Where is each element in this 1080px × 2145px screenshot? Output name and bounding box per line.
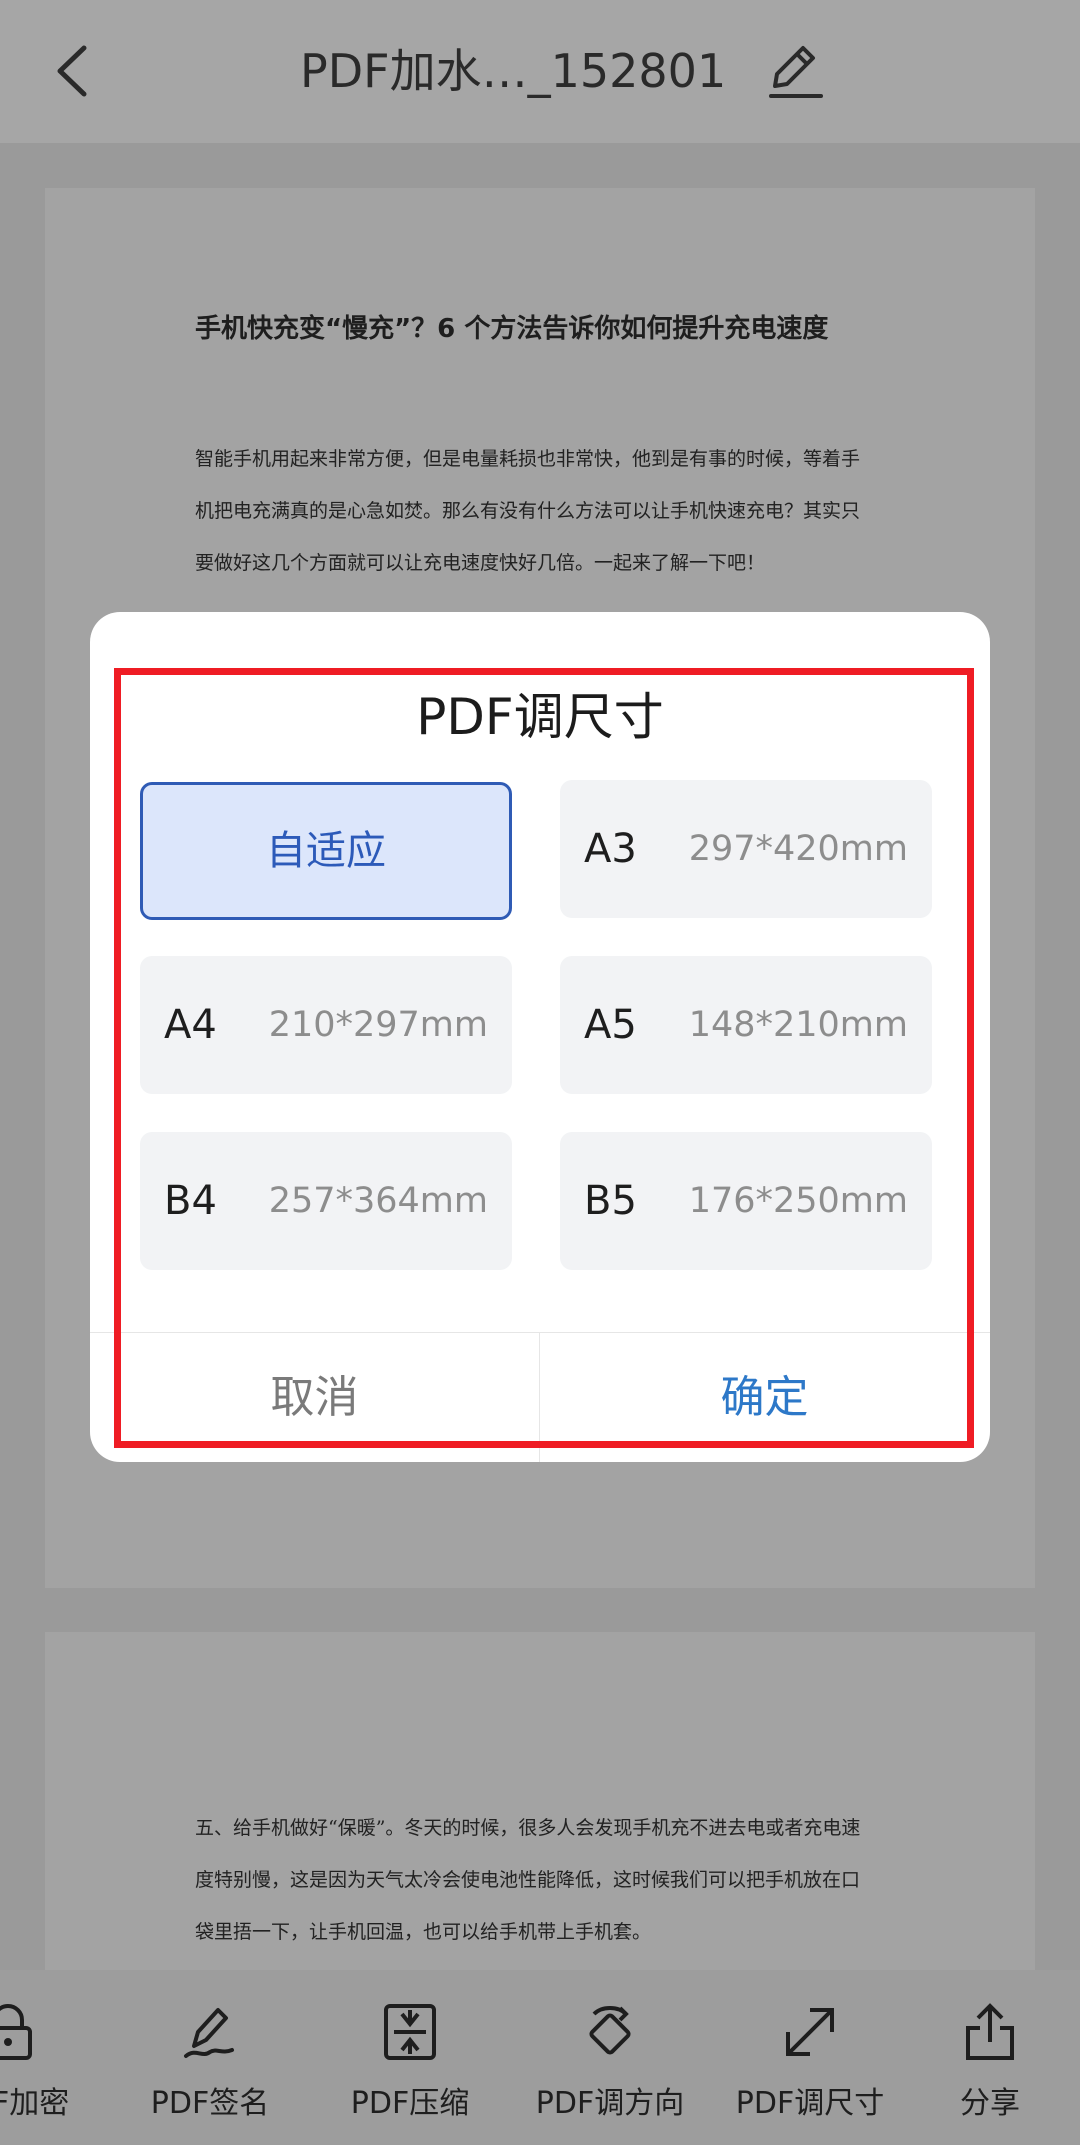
option-b5[interactable]: B5 176*250mm — [560, 1132, 932, 1270]
tool-label: PDF调尺寸 — [735, 2086, 885, 2121]
option-size: 210*297mm — [268, 1005, 488, 1045]
option-a5[interactable]: A5 148*210mm — [560, 956, 932, 1094]
tool-share[interactable]: 分享 — [900, 1970, 1080, 2145]
pencil-icon — [769, 46, 823, 98]
paragraph-line: 五、给手机做好“保暖”。冬天的时候，很多人会发现手机充不进去电或者充电速 — [195, 1817, 861, 1839]
tool-label: PDF加密 — [0, 2086, 70, 2121]
document-title: PDF加水…_152801 — [300, 44, 727, 98]
tool-label: PDF调方向 — [535, 2086, 685, 2121]
lock-icon — [0, 2004, 32, 2060]
tool-pdf-encrypt[interactable]: PDF加密 — [0, 1970, 100, 2145]
option-size: 257*364mm — [268, 1181, 488, 1221]
option-a3[interactable]: A3 297*420mm — [560, 780, 932, 918]
option-size: 297*420mm — [688, 829, 908, 869]
back-button[interactable] — [50, 38, 100, 104]
document-paragraph: 五、给手机做好“保暖”。冬天的时候，很多人会发现手机充不进去电或者充电速 度特别… — [195, 1802, 935, 1958]
option-size: 148*210mm — [688, 1005, 908, 1045]
tool-pdf-rotate[interactable]: PDF调方向 — [520, 1970, 700, 2145]
tool-label: PDF签名 — [150, 2086, 270, 2121]
top-bar: PDF加水…_152801 — [0, 0, 1080, 143]
rename-button[interactable] — [765, 40, 825, 102]
signature-pen-icon — [184, 2008, 234, 2058]
option-name: 自适应 — [266, 828, 386, 874]
share-icon — [966, 2003, 1014, 2060]
bottom-toolbar: PDF加密 PDF签名 PDF压缩 PDF调方向 — [0, 1970, 1080, 2145]
confirm-button[interactable]: 确定 — [540, 1333, 989, 1462]
compress-icon — [384, 2004, 436, 2060]
document-paragraph: 智能手机用起来非常方便，但是电量耗损也非常快，他到是有事的时候，等着手 机把电充… — [195, 433, 935, 589]
tool-pdf-compress[interactable]: PDF压缩 — [320, 1970, 500, 2145]
option-name: A5 — [584, 1002, 637, 1048]
option-auto-fit[interactable]: 自适应 — [140, 782, 512, 920]
tool-label: 分享 — [960, 2086, 1020, 2121]
chevron-left-icon — [57, 45, 87, 97]
paragraph-line: 要做好这几个方面就可以让充电速度快好几倍。一起来了解一下吧！ — [195, 552, 766, 574]
rotate-icon — [589, 2006, 631, 2055]
option-a4[interactable]: A4 210*297mm — [140, 956, 512, 1094]
option-size: 176*250mm — [688, 1181, 908, 1221]
paragraph-line: 智能手机用起来非常方便，但是电量耗损也非常快，他到是有事的时候，等着手 — [195, 448, 861, 470]
option-name: A4 — [164, 1002, 217, 1048]
document-heading: 手机快充变“慢充”？6 个方法告诉你如何提升充电速度 — [195, 314, 829, 344]
paragraph-line: 机把电充满真的是心急如焚。那么有没有什么方法可以让手机快速充电？其实只 — [195, 500, 861, 522]
option-name: B4 — [164, 1178, 217, 1224]
tool-pdf-resize[interactable]: PDF调尺寸 — [720, 1970, 900, 2145]
option-name: B5 — [584, 1178, 637, 1224]
paragraph-line: 袋里捂一下，让手机回温，也可以给手机带上手机套。 — [195, 1921, 652, 1943]
tool-pdf-sign[interactable]: PDF签名 — [120, 1970, 300, 2145]
option-b4[interactable]: B4 257*364mm — [140, 1132, 512, 1270]
resize-arrow-icon — [786, 2008, 834, 2056]
cancel-button[interactable]: 取消 — [90, 1333, 539, 1462]
dialog-title: PDF调尺寸 — [416, 688, 664, 746]
tool-label: PDF压缩 — [350, 2086, 470, 2121]
paragraph-line: 度特别慢，这是因为天气太冷会使电池性能降低，这时候我们可以把手机放在口 — [195, 1869, 861, 1891]
option-name: A3 — [584, 826, 637, 872]
resize-dialog: PDF调尺寸 自适应 A3 297*420mm A4 210*297mm A5 … — [90, 612, 990, 1462]
